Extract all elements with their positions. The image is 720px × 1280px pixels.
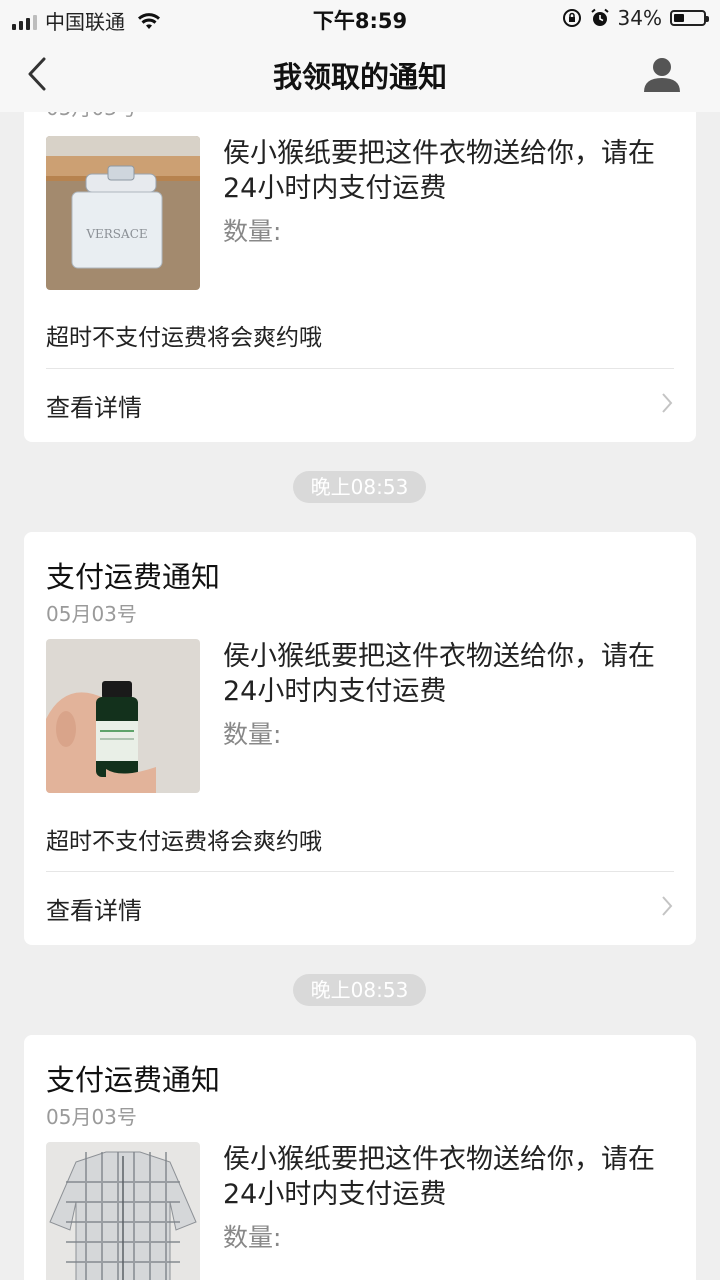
- notification-message: 侯小猴纸要把这件衣物送给你，请在24小时内支付运费: [223, 138, 655, 204]
- notification-message: 侯小猴纸要把这件衣物送给你，请在24小时内支付运费: [223, 1144, 655, 1210]
- user-icon[interactable]: [642, 54, 682, 94]
- view-details-label: 查看详情: [46, 394, 142, 422]
- notification-card: 05月03号 VERSACE 侯小猴纸要把这件衣物送给你，请在24小时内支付运费…: [24, 62, 696, 442]
- timeout-note: 超时不支付运费将会爽约哦: [46, 325, 322, 351]
- notification-card: 支付运费通知 05月03号 侯小猴纸要把这件衣物送给你，请在24小时内支付运费 …: [24, 532, 696, 945]
- notification-date: 05月03号: [46, 1105, 137, 1129]
- orientation-lock-icon: [562, 9, 581, 27]
- notification-date: 05月03号: [46, 602, 137, 626]
- product-thumbnail[interactable]: VERSACE: [46, 136, 200, 290]
- svg-text:VERSACE: VERSACE: [85, 227, 147, 241]
- notification-title: 支付运费通知: [46, 1063, 221, 1097]
- product-thumbnail[interactable]: [46, 639, 200, 793]
- notification-message: 侯小猴纸要把这件衣物送给你，请在24小时内支付运费: [223, 641, 655, 707]
- view-details-button[interactable]: 查看详情: [46, 871, 674, 941]
- time-divider: 晚上08:53: [293, 471, 426, 503]
- nav-bar: 我领取的通知: [0, 36, 720, 112]
- chevron-right-icon: [662, 393, 673, 413]
- notification-title: 支付运费通知: [46, 560, 221, 594]
- quantity-label: 数量:: [223, 720, 282, 749]
- quantity-label: 数量:: [223, 217, 282, 246]
- time-divider: 晚上08:53: [293, 974, 426, 1006]
- product-thumbnail[interactable]: [46, 1142, 200, 1280]
- battery-percent: 34%: [617, 6, 662, 30]
- notification-card: 支付运费通知 05月03号 侯小猴纸要把这件衣物送给你，请在24小时内支付运费 …: [24, 1035, 696, 1280]
- status-bar: 中国联通 下午8:59 34%: [0, 0, 720, 36]
- view-details-label: 查看详情: [46, 897, 142, 925]
- quantity-label: 数量:: [223, 1223, 282, 1252]
- page-title: 我领取的通知: [272, 60, 447, 94]
- timeout-note: 超时不支付运费将会爽约哦: [46, 829, 322, 855]
- view-details-button[interactable]: 查看详情: [46, 368, 674, 438]
- battery-icon: [670, 10, 709, 26]
- chevron-right-icon: [662, 896, 673, 916]
- alarm-icon: [590, 8, 609, 26]
